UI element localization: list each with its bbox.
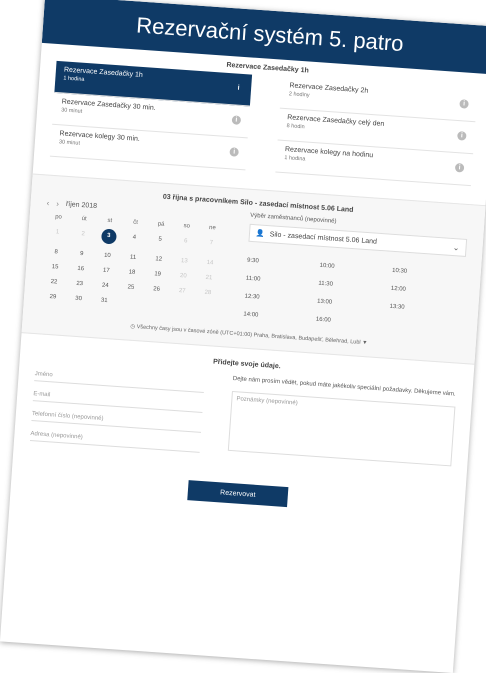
person-icon: 👤 xyxy=(255,230,265,238)
reserve-button[interactable]: Rezervovat xyxy=(187,480,289,508)
booking-page: Rezervační systém 5. patro Rezervace Zas… xyxy=(0,0,486,673)
calendar-day: 13 xyxy=(180,258,188,265)
booking-section: 03 října s pracovníkem Silo - zasedací m… xyxy=(21,173,486,365)
calendar-day[interactable]: 12 xyxy=(146,256,172,264)
chevron-left-icon[interactable]: ‹ xyxy=(46,199,49,208)
calendar-day[interactable]: 18 xyxy=(119,269,145,277)
calendar-grid: po út st čt pá so ne 1 2 3 4 5 6 7 8 9 10 11 12 13 14 15 16 17 1… xyxy=(40,214,226,312)
time-slot[interactable]: 16:00 xyxy=(316,317,389,328)
weekday-header: so xyxy=(183,223,191,230)
time-slot[interactable]: 10:30 xyxy=(392,268,465,279)
time-slots: 9:30 10:00 10:30 11:00 11:30 12:00 12:30 13:00 1… xyxy=(243,258,465,333)
calendar-day: 14 xyxy=(206,259,214,267)
calendar-day[interactable]: 3 xyxy=(95,228,121,245)
time-slot[interactable]: 12:30 xyxy=(244,294,317,305)
calendar-day: 21 xyxy=(205,274,213,282)
calendar-day[interactable]: 31 xyxy=(91,297,117,305)
time-slot[interactable]: 13:30 xyxy=(389,304,462,315)
calendar-day[interactable]: 8 xyxy=(43,248,69,256)
calendar-month: říjen 2018 xyxy=(65,200,98,211)
calendar-day[interactable]: 11 xyxy=(120,254,146,262)
calendar-day[interactable]: 26 xyxy=(144,286,170,294)
weekday-header: pá xyxy=(157,221,165,228)
calendar-day[interactable]: 15 xyxy=(42,263,68,271)
calendar-day[interactable]: 25 xyxy=(118,284,144,292)
calendar-day: 2 xyxy=(81,231,85,238)
notes-textarea[interactable]: Poznámky (nepovinné) xyxy=(227,390,456,467)
weekday-header: čt xyxy=(132,219,139,226)
time-slot[interactable]: 12:00 xyxy=(391,286,464,297)
calendar-day[interactable]: 23 xyxy=(67,280,93,288)
calendar-day[interactable]: 5 xyxy=(147,236,173,249)
calendar-day[interactable]: 24 xyxy=(92,282,118,290)
calendar-day: 27 xyxy=(178,288,186,295)
calendar-day: 28 xyxy=(204,289,212,297)
calendar-day[interactable]: 17 xyxy=(93,267,119,275)
time-slot[interactable]: 13:00 xyxy=(317,299,390,310)
calendar-day[interactable]: 4 xyxy=(121,234,147,247)
time-slot[interactable]: 11:30 xyxy=(318,281,391,292)
calendar-day: 7 xyxy=(209,240,214,247)
calendar-day[interactable]: 19 xyxy=(145,271,171,279)
caret-down-icon[interactable]: ▼ xyxy=(362,340,368,346)
clock-icon: ◷ xyxy=(130,323,136,331)
chevron-right-icon[interactable]: › xyxy=(56,199,59,208)
details-section: Přidejte svoje údaje. Jméno E-mail Telef… xyxy=(10,333,474,525)
header-bar: Rezervační systém 5. patro xyxy=(41,0,486,75)
weekday-header: ne xyxy=(208,224,216,232)
calendar-day: 1 xyxy=(55,229,60,236)
calendar-day[interactable]: 16 xyxy=(68,265,94,273)
time-slot[interactable]: 10:00 xyxy=(319,263,392,274)
time-slot[interactable]: 11:00 xyxy=(246,276,319,287)
weekday-header: út xyxy=(81,216,87,223)
calendar: ‹ › říjen 2018 po út st čt pá so ne 1 2 3 4 5 6 7 8 9 10… xyxy=(40,199,227,316)
calendar-day: 20 xyxy=(179,273,187,280)
time-slot[interactable]: 9:30 xyxy=(247,258,320,269)
chevron-down-icon: ⌄ xyxy=(452,242,460,252)
weekday-header: st xyxy=(107,217,113,225)
staff-select-value: Silo - zasedací místnost 5.06 Land xyxy=(269,230,378,246)
staff-panel: Výběr zaměstnanců (nepovinné) 👤 Silo - z… xyxy=(243,213,468,333)
calendar-day[interactable]: 10 xyxy=(94,252,120,260)
calendar-day[interactable]: 22 xyxy=(41,278,67,286)
weekday-header: po xyxy=(54,214,63,221)
calendar-day[interactable]: 9 xyxy=(69,250,95,258)
page-title: Rezervační systém 5. patro xyxy=(135,12,405,57)
time-slot[interactable]: 14:00 xyxy=(243,312,316,323)
calendar-day[interactable]: 29 xyxy=(40,293,66,301)
calendar-day[interactable]: 30 xyxy=(66,295,92,303)
calendar-day: 6 xyxy=(183,238,188,245)
